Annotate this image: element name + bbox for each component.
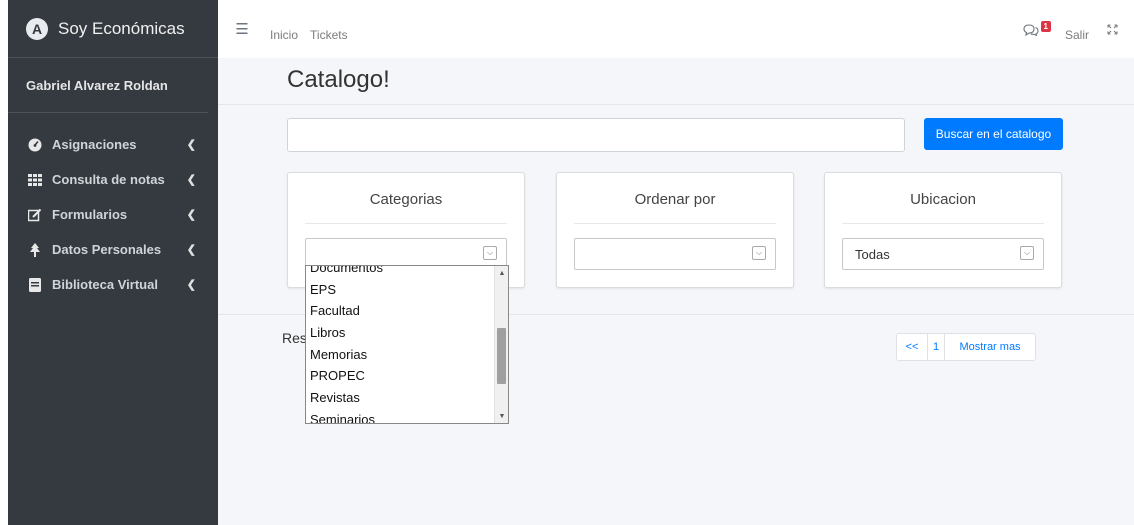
messages-button[interactable]: 1	[1023, 20, 1051, 39]
grid-icon	[28, 173, 42, 187]
ordenar-por-select[interactable]: ⌵	[574, 238, 776, 270]
chevron-left-icon: ❮	[186, 174, 196, 186]
chevron-down-icon: ⌵	[483, 246, 497, 260]
card-title: Categorias	[369, 191, 443, 208]
chat-icon	[1023, 23, 1039, 39]
book-icon	[28, 277, 42, 292]
pagination-prev[interactable]: <<	[896, 333, 928, 361]
brand-logo: A	[26, 17, 48, 40]
dropdown-options: Documentos EPS Facultad Libros Memorias …	[306, 266, 494, 423]
sidebar-item-label: Biblioteca Virtual	[52, 277, 158, 292]
scroll-down-icon[interactable]: ▼	[495, 409, 508, 423]
user-panel[interactable]: Gabriel Alvarez Roldan	[8, 58, 208, 113]
search-input[interactable]	[287, 118, 905, 152]
categorias-dropdown-list[interactable]: Documentos EPS Facultad Libros Memorias …	[305, 265, 509, 424]
filter-card-ubicacion: Ubicacion Todas ⌵	[824, 172, 1062, 288]
sidebar-item-asignaciones[interactable]: Asignaciones ❮	[8, 127, 218, 162]
navbar-right: 1 Salir	[1023, 20, 1118, 42]
scrollbar-thumb[interactable]	[497, 328, 506, 384]
select-value: Todas	[855, 246, 890, 262]
scroll-up-icon[interactable]: ▲	[495, 266, 508, 280]
tachometer-icon	[28, 138, 42, 152]
dropdown-scrollbar[interactable]: ▲ ▼	[494, 266, 508, 423]
dropdown-option[interactable]: Documentos	[306, 266, 494, 279]
logout-link[interactable]: Salir	[1065, 28, 1089, 42]
edit-icon	[28, 208, 42, 222]
sidebar-item-consulta-de-notas[interactable]: Consulta de notas ❮	[8, 162, 218, 197]
sidebar-item-biblioteca-virtual[interactable]: Biblioteca Virtual ❮	[8, 267, 218, 302]
sidebar-item-label: Datos Personales	[52, 242, 162, 257]
header-divider	[218, 104, 1134, 105]
card-divider	[574, 223, 776, 224]
hamburger-icon[interactable]: ☰	[226, 20, 258, 38]
chevron-left-icon: ❮	[186, 209, 196, 221]
fullscreen-icon[interactable]	[1107, 24, 1118, 38]
brand-link[interactable]: A Soy Económicas	[8, 0, 218, 58]
nav-link-tickets[interactable]: Tickets	[310, 28, 348, 42]
notification-badge: 1	[1040, 20, 1051, 32]
dropdown-option[interactable]: Libros	[306, 322, 494, 344]
results-label: Res	[282, 330, 307, 346]
sidebar-nav: Asignaciones ❮ Consulta de notas ❮ Formu…	[8, 127, 218, 302]
user-name[interactable]: Gabriel Alvarez Roldan	[26, 78, 168, 93]
sidebar-item-label: Consulta de notas	[52, 172, 165, 187]
search-button[interactable]: Buscar en el catalogo	[924, 118, 1063, 150]
sidebar-item-datos-personales[interactable]: Datos Personales ❮	[8, 232, 218, 267]
sidebar-item-label: Asignaciones	[52, 137, 137, 152]
dropdown-option[interactable]: Seminarios	[306, 409, 494, 423]
dropdown-option[interactable]: EPS	[306, 279, 494, 301]
pagination-page[interactable]: 1	[927, 333, 945, 361]
dropdown-option[interactable]: PROPEC	[306, 365, 494, 387]
tree-icon	[28, 242, 42, 257]
card-divider	[842, 223, 1044, 224]
dropdown-option[interactable]: Facultad	[306, 300, 494, 322]
ubicacion-select[interactable]: Todas ⌵	[842, 238, 1044, 270]
pagination: << 1 Mostrar mas	[896, 333, 1036, 361]
dropdown-option[interactable]: Revistas	[306, 387, 494, 409]
brand-text: Soy Económicas	[58, 18, 185, 38]
pagination-more[interactable]: Mostrar mas	[944, 333, 1036, 361]
nav-link-inicio[interactable]: Inicio	[270, 28, 298, 42]
card-title: Ordenar por	[634, 191, 716, 208]
sidebar-item-label: Formularios	[52, 207, 128, 222]
dropdown-option[interactable]: Memorias	[306, 344, 494, 366]
page-title: Catalogo!	[287, 66, 390, 93]
sidebar: A Soy Económicas Gabriel Alvarez Roldan …	[0, 0, 218, 525]
filter-card-ordenar-por: Ordenar por ⌵	[556, 172, 794, 288]
chevron-left-icon: ❮	[186, 139, 196, 151]
chevron-left-icon: ❮	[186, 279, 196, 291]
chevron-down-icon: ⌵	[1020, 246, 1034, 260]
card-divider	[305, 223, 507, 224]
chevron-down-icon: ⌵	[752, 246, 766, 260]
chevron-left-icon: ❮	[186, 244, 196, 256]
sidebar-item-formularios[interactable]: Formularios ❮	[8, 197, 218, 232]
card-title: Ubicacion	[910, 191, 976, 208]
top-navbar: ☰ Inicio Tickets 1 Salir	[218, 0, 1134, 58]
